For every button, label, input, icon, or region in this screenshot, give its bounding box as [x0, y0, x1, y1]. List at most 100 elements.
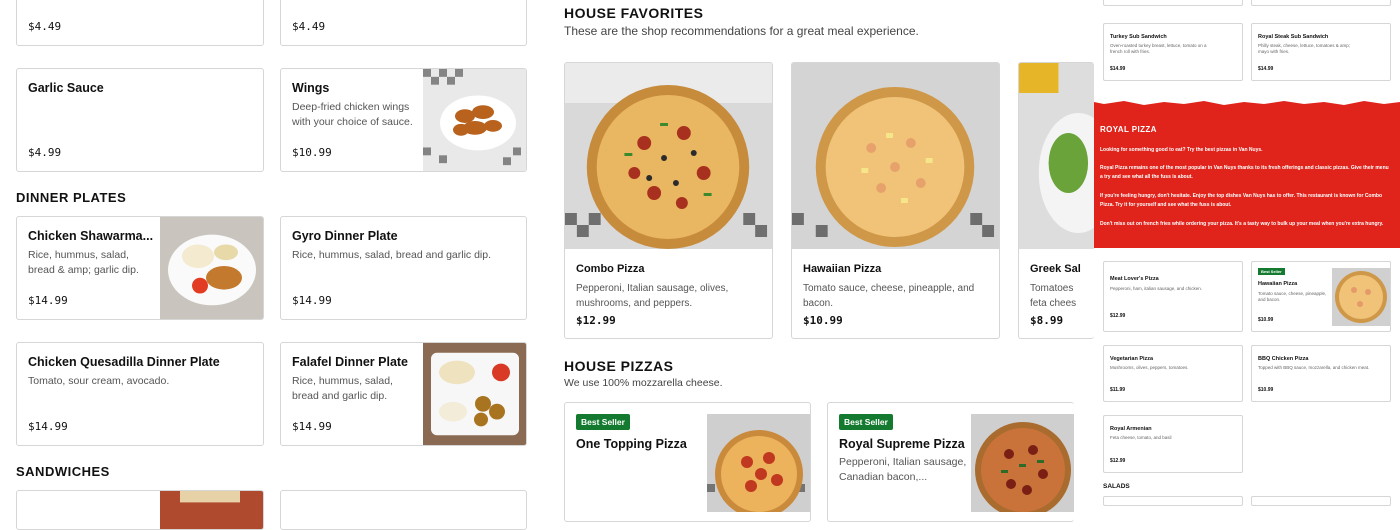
item-title: Wings: [292, 81, 330, 95]
item-price: $10.99: [1258, 387, 1274, 393]
menu-item-royal-supreme-pizza[interactable]: Best Seller Royal Supreme Pizza Pepperon…: [827, 402, 1074, 522]
menu-item-card[interactable]: [16, 490, 264, 530]
hawaiian-pizza-photo: [792, 63, 999, 249]
item-price: $12.99: [576, 314, 616, 327]
item-description: Rice, hummus, salad, bread and garlic dip…: [292, 375, 393, 402]
mini-card-meat-lovers[interactable]: Meat Lover's Pizza Pepperoni, ham, itali…: [1103, 261, 1243, 332]
item-title: Vegetarian Pizza: [1110, 356, 1154, 362]
section-heading-sandwiches: SANDWICHES: [16, 464, 110, 479]
menu-item-chicken-shawarma-plate[interactable]: Chicken Shawarma... Rice, hummus, salad,…: [16, 216, 264, 320]
section-heading-house-pizzas: HOUSE PIZZAS: [564, 358, 674, 374]
item-description: Oven-roasted turkey breast, lettuce, tom…: [1110, 43, 1207, 54]
item-description: Philly steak, cheese, lettuce, tomatoes …: [1258, 43, 1351, 54]
item-title: Royal Armenian: [1110, 426, 1152, 432]
section-subtitle: These are the shop recommendations for a…: [564, 24, 919, 38]
menu-item-falafel-dinner-plate[interactable]: Falafel Dinner Plate Rice, hummus, salad…: [280, 342, 527, 446]
item-price: $12.99: [1110, 458, 1126, 464]
item-title: Hawaiian Pizza: [803, 263, 882, 275]
favorite-combo-pizza[interactable]: Combo Pizza Pepperoni, Italian sausage, …: [564, 62, 773, 339]
section-heading-salads: SALADS: [1103, 483, 1130, 490]
item-description: Topped with BBQ sauce, mozzarella, and c…: [1258, 365, 1370, 370]
menu-item-gyro-dinner-plate[interactable]: Gyro Dinner Plate Rice, hummus, salad, b…: [280, 216, 527, 320]
menu-item-garlic-sauce[interactable]: Garlic Sauce $4.99: [16, 68, 264, 172]
item-price: $10.99: [292, 146, 332, 159]
best-seller-badge: Best Seller: [839, 414, 893, 430]
shawarma-plate-photo: [160, 217, 263, 319]
mini-card[interactable]: [1251, 0, 1391, 6]
item-price: $12.99: [1110, 313, 1126, 319]
royal-supreme-pizza-photo: [971, 414, 1074, 512]
combo-pizza-photo: [565, 63, 772, 249]
mini-card-bbq-chicken[interactable]: BBQ Chicken Pizza Topped with BBQ sauce,…: [1251, 345, 1391, 402]
item-title: Greek Sal: [1030, 263, 1081, 275]
menu-item-card[interactable]: $4.49: [280, 0, 527, 46]
menu-item-chicken-quesadilla-plate[interactable]: Chicken Quesadilla Dinner Plate Tomato, …: [16, 342, 264, 446]
menu-item-wings[interactable]: Wings Deep-fried chicken wings with your …: [280, 68, 527, 172]
item-title: Royal Supreme Pizza: [839, 437, 965, 451]
item-title: Turkey Sub Sandwich: [1110, 34, 1167, 40]
item-description: Pepperoni, ham, italian sausage, and chi…: [1110, 286, 1203, 291]
greek-salad-photo: [1019, 63, 1094, 249]
banner-paragraph: If you're feeling hungry, don't hesitate…: [1100, 193, 1383, 208]
item-description: Rice, hummus, salad, bread and garlic di…: [292, 249, 492, 261]
item-title: Combo Pizza: [576, 263, 645, 275]
item-description: Tomato sauce, cheese, pineapple, and bac…: [1258, 291, 1327, 302]
item-price: $10.99: [1258, 317, 1274, 323]
favorite-greek-salad[interactable]: Greek Sal Tomatoes feta chees $8.99: [1018, 62, 1094, 339]
item-title: One Topping Pizza: [576, 437, 687, 451]
item-price: $10.99: [803, 314, 843, 327]
item-description: Tomato sauce, cheese, pineapple, and baco…: [803, 283, 975, 309]
item-price: $14.99: [292, 420, 332, 433]
item-title: Garlic Sauce: [28, 81, 104, 95]
mini-card[interactable]: [1251, 496, 1391, 506]
mini-card[interactable]: [1103, 496, 1243, 506]
item-description: Rice, hummus, salad, bread & amp; garlic …: [28, 249, 139, 276]
mini-card-turkey-sub[interactable]: Turkey Sub Sandwich Oven-roasted turkey …: [1103, 23, 1243, 81]
menu-item-card[interactable]: $4.49: [16, 0, 264, 46]
favorite-hawaiian-pizza[interactable]: Hawaiian Pizza Tomato sauce, cheese, pin…: [791, 62, 1000, 339]
section-heading-dinner-plates: DINNER PLATES: [16, 190, 127, 205]
wings-photo: [423, 69, 526, 171]
item-title: BBQ Chicken Pizza: [1258, 356, 1309, 362]
menu-item-one-topping-pizza[interactable]: Best Seller One Topping Pizza: [564, 402, 811, 522]
item-description: Pepperoni, Italian sausage, Canadian baco…: [839, 456, 967, 483]
item-description: Mushrooms, olives, peppers, tomatoes.: [1110, 365, 1189, 370]
sandwich-photo: [160, 491, 263, 529]
item-price: $14.99: [28, 420, 68, 433]
item-price: $4.49: [292, 20, 326, 33]
item-price: $4.49: [28, 20, 62, 33]
item-price: $11.99: [1110, 387, 1126, 393]
one-topping-pizza-photo: [707, 414, 810, 512]
hawaiian-pizza-thumb: [1332, 268, 1390, 326]
mini-card-vegetarian[interactable]: Vegetarian Pizza Mushrooms, olives, pepp…: [1103, 345, 1243, 402]
banner-paragraph: Looking for something good to eat? Try t…: [1100, 147, 1263, 153]
item-title: Meat Lover's Pizza: [1110, 276, 1159, 282]
torn-edge-decoration: [1094, 98, 1400, 105]
item-price: $14.99: [292, 294, 332, 307]
item-title: Gyro Dinner Plate: [292, 229, 398, 243]
item-description: Feta cheese, tomato, and basil: [1110, 435, 1172, 440]
mini-card-royal-steak-sub[interactable]: Royal Steak Sub Sandwich Philly steak, c…: [1251, 23, 1391, 81]
item-description: Deep-fried chicken wings with your choice…: [292, 101, 413, 128]
royal-pizza-banner: ROYAL PIZZA Looking for something good t…: [1094, 98, 1400, 248]
section-subtitle: We use 100% mozzarella cheese.: [564, 377, 723, 389]
item-price: $14.99: [1258, 66, 1274, 72]
menu-item-card[interactable]: [280, 490, 527, 530]
item-title: Chicken Shawarma...: [28, 229, 154, 243]
banner-paragraph: Don't miss out on french fries while ord…: [1100, 221, 1384, 227]
mini-card-royal-armenian[interactable]: Royal Armenian Feta cheese, tomato, and …: [1103, 415, 1243, 473]
item-description: Tomato, sour cream, avocado.: [28, 375, 170, 387]
mini-card-hawaiian[interactable]: Best Seller Hawaiian Pizza Tomato sauce,…: [1251, 261, 1391, 332]
item-title: Falafel Dinner Plate: [292, 355, 409, 369]
item-price: $14.99: [28, 294, 68, 307]
item-title: Hawaiian Pizza: [1258, 281, 1298, 287]
banner-paragraph: Royal Pizza remains one of the most popu…: [1100, 165, 1389, 180]
falafel-plate-photo: [423, 343, 526, 445]
item-description: Tomatoes feta chees: [1030, 283, 1077, 309]
item-title: Chicken Quesadilla Dinner Plate: [28, 355, 220, 369]
mini-card[interactable]: [1103, 0, 1243, 6]
item-price: $4.99: [28, 146, 62, 159]
banner-title: ROYAL PIZZA: [1100, 125, 1157, 134]
item-description: Pepperoni, Italian sausage, olives, mushr…: [576, 283, 729, 309]
item-price: $14.99: [1110, 66, 1126, 72]
